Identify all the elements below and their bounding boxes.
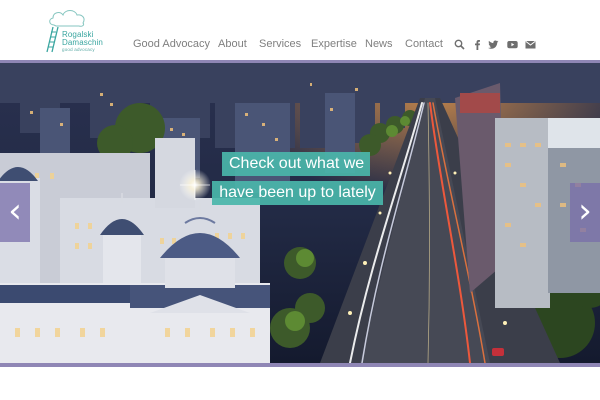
brand-text: Rogalski Damaschin good advocacy: [62, 31, 103, 53]
nav-news[interactable]: News: [365, 38, 393, 50]
nav-about[interactable]: About: [218, 38, 247, 50]
site-header: Rogalski Damaschin good advocacy Good Ad…: [0, 0, 600, 60]
slider-prev-button[interactable]: ‹: [0, 183, 30, 242]
chevron-right-icon: ›: [578, 191, 592, 231]
nav-expertise[interactable]: Expertise: [311, 38, 357, 50]
brand-name-line2: Damaschin: [62, 38, 103, 47]
nav-contact[interactable]: Contact: [405, 38, 443, 50]
hero-caption-line1: Check out what we: [222, 152, 370, 176]
slider-next-button[interactable]: ›: [570, 183, 600, 242]
twitter-icon[interactable]: [488, 39, 499, 50]
brand-tagline: good advocacy: [62, 47, 95, 52]
search-icon[interactable]: [454, 39, 465, 50]
nav-services[interactable]: Services: [259, 38, 301, 50]
brand-logo[interactable]: Rogalski Damaschin good advocacy: [44, 6, 114, 54]
email-icon[interactable]: [525, 39, 536, 50]
nav-good-advocacy[interactable]: Good Advocacy: [133, 38, 210, 50]
hero-caption-line2: have been up to lately: [212, 181, 383, 205]
city-night-image: [0, 63, 600, 363]
youtube-icon[interactable]: [507, 39, 518, 50]
facebook-icon[interactable]: [472, 39, 483, 50]
slider-bottom-bar: [0, 363, 600, 367]
chevron-left-icon: ‹: [8, 191, 22, 231]
hero-slider: [0, 63, 600, 363]
